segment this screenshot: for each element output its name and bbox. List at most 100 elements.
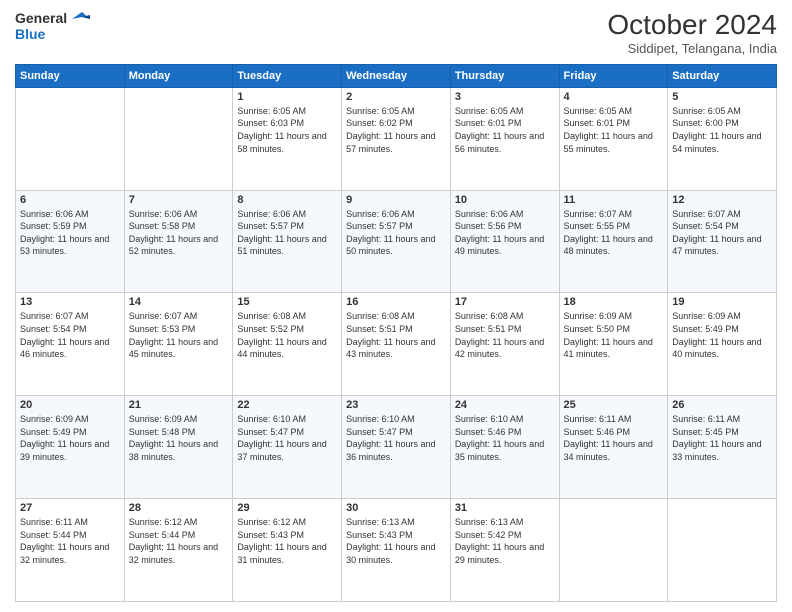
calendar-week-3: 13 Sunrise: 6:07 AM Sunset: 5:54 PM Dayli… [16, 293, 777, 396]
calendar-cell: 20Sunrise: 6:09 AM Sunset: 5:49 PM Dayli… [16, 396, 125, 499]
day-info: Sunrise: 6:06 AM Sunset: 5:56 PM Dayligh… [455, 208, 555, 258]
day-header-monday: Monday [124, 64, 233, 87]
calendar-cell: 28Sunrise: 6:12 AM Sunset: 5:44 PM Dayli… [124, 499, 233, 602]
day-header-tuesday: Tuesday [233, 64, 342, 87]
day-header-friday: Friday [559, 64, 668, 87]
calendar-cell: 29 Sunrise: 6:12 AM Sunset: 5:43 PM Dayli… [233, 499, 342, 602]
day-info: Sunrise: 6:13 AM Sunset: 5:43 PM Dayligh… [346, 516, 446, 566]
calendar-cell: 11 Sunrise: 6:07 AM Sunset: 5:55 PM Dayli… [559, 190, 668, 293]
calendar-cell: 4Sunrise: 6:05 AM Sunset: 6:01 PM Daylig… [559, 87, 668, 190]
calendar-cell: 24Sunrise: 6:10 AM Sunset: 5:46 PM Dayli… [450, 396, 559, 499]
day-info: Sunrise: 6:08 AM Sunset: 5:52 PM Dayligh… [237, 310, 337, 360]
calendar-cell [124, 87, 233, 190]
month-title: October 2024 [607, 10, 777, 41]
calendar-cell: 7Sunrise: 6:06 AM Sunset: 5:58 PM Daylig… [124, 190, 233, 293]
day-info: Sunrise: 6:07 AM Sunset: 5:54 PM Dayligh… [672, 208, 772, 258]
bird-icon [72, 12, 90, 26]
calendar-cell: 27 Sunrise: 6:11 AM Sunset: 5:44 PM Dayli… [16, 499, 125, 602]
calendar-cell: 25 Sunrise: 6:11 AM Sunset: 5:46 PM Dayli… [559, 396, 668, 499]
day-info: Sunrise: 6:06 AM Sunset: 5:59 PM Dayligh… [20, 208, 120, 258]
day-number: 13 [20, 296, 120, 308]
day-number: 1 [237, 91, 337, 103]
calendar-cell: 23 Sunrise: 6:10 AM Sunset: 5:47 PM Dayli… [342, 396, 451, 499]
day-info: Sunrise: 6:10 AM Sunset: 5:47 PM Dayligh… [237, 413, 337, 463]
day-info: Sunrise: 6:08 AM Sunset: 5:51 PM Dayligh… [455, 310, 555, 360]
calendar-cell [559, 499, 668, 602]
day-number: 15 [237, 296, 337, 308]
calendar-cell: 2 Sunrise: 6:05 AM Sunset: 6:02 PM Daylig… [342, 87, 451, 190]
day-number: 21 [129, 399, 229, 411]
calendar-cell: 8 Sunrise: 6:06 AM Sunset: 5:57 PM Daylig… [233, 190, 342, 293]
day-info: Sunrise: 6:11 AM Sunset: 5:44 PM Dayligh… [20, 516, 120, 566]
logo-text: General Blue [15, 10, 90, 42]
calendar-cell: 3Sunrise: 6:05 AM Sunset: 6:01 PM Daylig… [450, 87, 559, 190]
day-info: Sunrise: 6:07 AM Sunset: 5:53 PM Dayligh… [129, 310, 229, 360]
day-number: 17 [455, 296, 555, 308]
day-number: 27 [20, 502, 120, 514]
day-number: 2 [346, 91, 446, 103]
day-number: 10 [455, 194, 555, 206]
calendar-week-2: 6 Sunrise: 6:06 AM Sunset: 5:59 PM Daylig… [16, 190, 777, 293]
day-number: 31 [455, 502, 555, 514]
logo: General Blue [15, 10, 90, 42]
day-number: 4 [564, 91, 664, 103]
day-number: 8 [237, 194, 337, 206]
day-number: 19 [672, 296, 772, 308]
day-info: Sunrise: 6:06 AM Sunset: 5:57 PM Dayligh… [237, 208, 337, 258]
day-number: 11 [564, 194, 664, 206]
calendar-cell: 16 Sunrise: 6:08 AM Sunset: 5:51 PM Dayli… [342, 293, 451, 396]
day-number: 6 [20, 194, 120, 206]
day-info: Sunrise: 6:09 AM Sunset: 5:49 PM Dayligh… [20, 413, 120, 463]
day-info: Sunrise: 6:06 AM Sunset: 5:57 PM Dayligh… [346, 208, 446, 258]
calendar-cell: 6 Sunrise: 6:06 AM Sunset: 5:59 PM Daylig… [16, 190, 125, 293]
day-info: Sunrise: 6:07 AM Sunset: 5:54 PM Dayligh… [20, 310, 120, 360]
day-number: 22 [237, 399, 337, 411]
calendar-page: General Blue October 2024 Siddipet, Tela… [0, 0, 792, 612]
day-info: Sunrise: 6:05 AM Sunset: 6:03 PM Dayligh… [237, 105, 337, 155]
calendar-header-row: SundayMondayTuesdayWednesdayThursdayFrid… [16, 64, 777, 87]
day-info: Sunrise: 6:09 AM Sunset: 5:49 PM Dayligh… [672, 310, 772, 360]
calendar-cell: 21 Sunrise: 6:09 AM Sunset: 5:48 PM Dayli… [124, 396, 233, 499]
day-info: Sunrise: 6:12 AM Sunset: 5:43 PM Dayligh… [237, 516, 337, 566]
calendar-week-4: 20Sunrise: 6:09 AM Sunset: 5:49 PM Dayli… [16, 396, 777, 499]
day-info: Sunrise: 6:08 AM Sunset: 5:51 PM Dayligh… [346, 310, 446, 360]
calendar-cell: 13 Sunrise: 6:07 AM Sunset: 5:54 PM Dayli… [16, 293, 125, 396]
day-number: 16 [346, 296, 446, 308]
day-number: 23 [346, 399, 446, 411]
calendar-cell: 18 Sunrise: 6:09 AM Sunset: 5:50 PM Dayli… [559, 293, 668, 396]
calendar-cell: 30Sunrise: 6:13 AM Sunset: 5:43 PM Dayli… [342, 499, 451, 602]
day-info: Sunrise: 6:09 AM Sunset: 5:48 PM Dayligh… [129, 413, 229, 463]
calendar-cell [668, 499, 777, 602]
calendar-cell: 31 Sunrise: 6:13 AM Sunset: 5:42 PM Dayli… [450, 499, 559, 602]
day-header-sunday: Sunday [16, 64, 125, 87]
calendar-cell: 1 Sunrise: 6:05 AM Sunset: 6:03 PM Daylig… [233, 87, 342, 190]
day-number: 5 [672, 91, 772, 103]
day-info: Sunrise: 6:09 AM Sunset: 5:50 PM Dayligh… [564, 310, 664, 360]
calendar-table: SundayMondayTuesdayWednesdayThursdayFrid… [15, 64, 777, 602]
calendar-cell: 9Sunrise: 6:06 AM Sunset: 5:57 PM Daylig… [342, 190, 451, 293]
day-info: Sunrise: 6:12 AM Sunset: 5:44 PM Dayligh… [129, 516, 229, 566]
day-info: Sunrise: 6:13 AM Sunset: 5:42 PM Dayligh… [455, 516, 555, 566]
day-number: 26 [672, 399, 772, 411]
day-info: Sunrise: 6:05 AM Sunset: 6:00 PM Dayligh… [672, 105, 772, 155]
day-info: Sunrise: 6:05 AM Sunset: 6:02 PM Dayligh… [346, 105, 446, 155]
calendar-cell: 17 Sunrise: 6:08 AM Sunset: 5:51 PM Dayli… [450, 293, 559, 396]
calendar-cell [16, 87, 125, 190]
day-info: Sunrise: 6:10 AM Sunset: 5:47 PM Dayligh… [346, 413, 446, 463]
day-number: 18 [564, 296, 664, 308]
calendar-cell: 5 Sunrise: 6:05 AM Sunset: 6:00 PM Daylig… [668, 87, 777, 190]
day-info: Sunrise: 6:11 AM Sunset: 5:46 PM Dayligh… [564, 413, 664, 463]
calendar-cell: 10 Sunrise: 6:06 AM Sunset: 5:56 PM Dayli… [450, 190, 559, 293]
day-number: 25 [564, 399, 664, 411]
day-info: Sunrise: 6:06 AM Sunset: 5:58 PM Dayligh… [129, 208, 229, 258]
day-info: Sunrise: 6:07 AM Sunset: 5:55 PM Dayligh… [564, 208, 664, 258]
calendar-cell: 14Sunrise: 6:07 AM Sunset: 5:53 PM Dayli… [124, 293, 233, 396]
day-header-thursday: Thursday [450, 64, 559, 87]
calendar-cell: 26Sunrise: 6:11 AM Sunset: 5:45 PM Dayli… [668, 396, 777, 499]
calendar-week-5: 27 Sunrise: 6:11 AM Sunset: 5:44 PM Dayli… [16, 499, 777, 602]
calendar-week-1: 1 Sunrise: 6:05 AM Sunset: 6:03 PM Daylig… [16, 87, 777, 190]
day-number: 29 [237, 502, 337, 514]
calendar-cell: 12 Sunrise: 6:07 AM Sunset: 5:54 PM Dayli… [668, 190, 777, 293]
day-number: 12 [672, 194, 772, 206]
day-info: Sunrise: 6:05 AM Sunset: 6:01 PM Dayligh… [455, 105, 555, 155]
